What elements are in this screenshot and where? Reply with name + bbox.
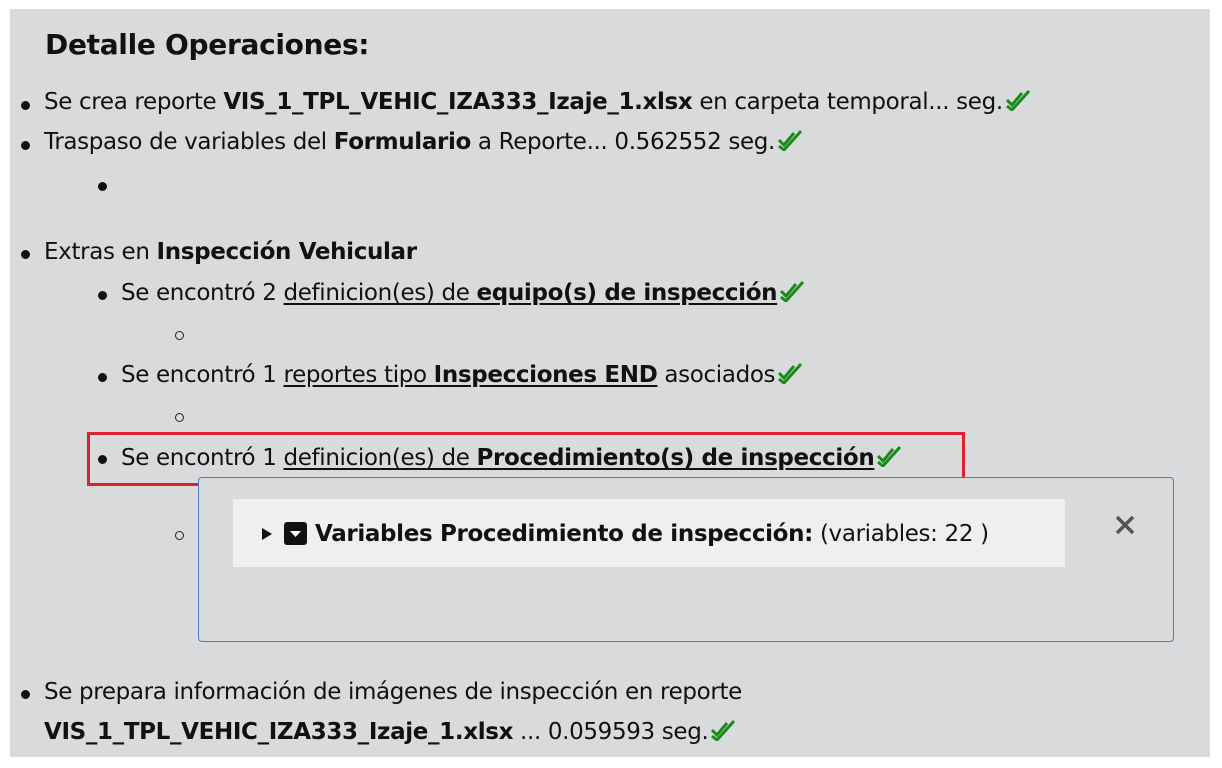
link-text: definicion(es) de	[283, 445, 477, 471]
form-label: Formulario	[333, 129, 472, 155]
list-item-images-cont: VIS_1_TPL_VEHIC_IZA333_Izaje_1.xlsx ... …	[44, 717, 736, 747]
hollow-bullet-icon	[175, 531, 184, 540]
item-text: Se encontró 1	[121, 445, 284, 471]
double-check-icon	[1005, 89, 1030, 111]
bullet-icon	[21, 250, 30, 259]
list-item-procedimientos: Se encontró 1 definicion(es) de Procedim…	[121, 443, 902, 473]
bullet-icon	[98, 455, 107, 464]
bullet-icon	[21, 101, 30, 110]
link-bold-text: Procedimiento(s) de inspección	[476, 445, 875, 471]
empty-bullet-icon	[98, 182, 107, 191]
list-item-reportes: Se encontró 1 reportes tipo Inspecciones…	[121, 360, 803, 390]
equipos-link[interactable]: definicion(es) de equipo(s) de inspecció…	[283, 280, 777, 306]
double-check-icon	[711, 719, 736, 741]
bullet-icon	[98, 373, 107, 382]
reportes-link[interactable]: reportes tipo Inspecciones END	[283, 362, 657, 388]
list-item-create-report: Se crea reporte VIS_1_TPL_VEHIC_IZA333_I…	[44, 87, 1031, 117]
hollow-bullet-icon	[175, 331, 184, 340]
list-item-transfer: Traspaso de variables del Formulario a R…	[44, 127, 803, 157]
link-text: reportes tipo	[283, 362, 434, 388]
list-item-images: Se prepara información de imágenes de in…	[44, 677, 742, 707]
item-text: Se crea reporte	[44, 89, 224, 115]
disclosure-triangle-icon[interactable]	[262, 528, 272, 540]
report-filename: VIS_1_TPL_VEHIC_IZA333_Izaje_1.xlsx	[223, 89, 693, 115]
item-text: Se encontró 1	[121, 362, 284, 388]
bullet-icon	[21, 690, 30, 699]
double-check-icon	[777, 129, 803, 151]
double-check-icon	[778, 362, 803, 384]
variables-count: (variables: 22 )	[819, 521, 989, 547]
summary-label: Variables Procedimiento de inspección:	[315, 521, 813, 547]
bullet-icon	[98, 291, 107, 300]
item-text: asociados	[657, 362, 776, 388]
page-title: Detalle Operaciones:	[45, 28, 370, 61]
list-item-equipos: Se encontró 2 definicion(es) de equipo(s…	[121, 278, 805, 308]
item-text: a Reporte... 0.562552 seg.	[470, 129, 775, 155]
item-text: Se prepara información de imágenes de in…	[44, 679, 742, 705]
report-filename: VIS_1_TPL_VEHIC_IZA333_Izaje_1.xlsx	[44, 719, 514, 745]
link-text: definicion(es) de	[283, 280, 477, 306]
item-text: Extras en	[44, 239, 157, 265]
link-bold-text: equipo(s) de inspección	[476, 280, 778, 306]
variables-summary-label: Variables Procedimiento de inspección: (…	[315, 519, 989, 549]
double-check-icon	[780, 280, 805, 302]
dropdown-square-icon	[284, 522, 307, 545]
hollow-bullet-icon	[175, 413, 184, 422]
item-text: Se encontró 2	[121, 280, 284, 306]
item-text: en carpeta temporal... seg.	[692, 89, 1003, 115]
list-item-extras: Extras en Inspección Vehicular	[44, 237, 417, 267]
close-icon	[1115, 515, 1135, 535]
link-bold-text: Inspecciones END	[433, 362, 658, 388]
item-text: Traspaso de variables del	[44, 129, 334, 155]
procedimientos-link[interactable]: definicion(es) de Procedimiento(s) de in…	[283, 445, 874, 471]
bullet-icon	[21, 141, 30, 150]
close-button[interactable]	[1112, 512, 1138, 538]
item-text: ... 0.059593 seg.	[513, 719, 709, 745]
double-check-icon	[877, 445, 902, 467]
section-label: Inspección Vehicular	[156, 239, 418, 265]
